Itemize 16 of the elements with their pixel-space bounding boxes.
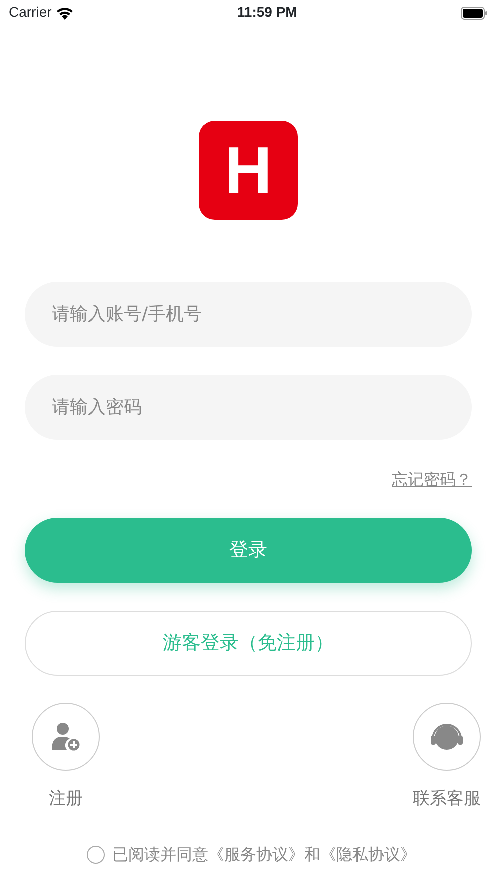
app-logo: H bbox=[199, 121, 298, 220]
agreement-checkbox[interactable] bbox=[86, 846, 104, 864]
shortcut-label: 注册 bbox=[49, 788, 83, 811]
password-field[interactable]: 请输入密码 bbox=[25, 375, 472, 440]
agreement-text: 已阅读并同意《服务协议》和《隐私协议》 bbox=[112, 844, 416, 866]
wifi-icon bbox=[56, 6, 74, 20]
headset-icon bbox=[429, 723, 465, 751]
battery-icon bbox=[461, 6, 488, 20]
forgot-password-link[interactable]: 忘记密码？ bbox=[392, 468, 472, 492]
shortcut-label: 联系客服 bbox=[413, 788, 481, 811]
add-user-icon bbox=[51, 722, 81, 752]
login-button[interactable]: 登录 bbox=[25, 518, 472, 583]
account-field[interactable]: 请输入账号/手机号 bbox=[25, 282, 472, 347]
carrier-label: Carrier bbox=[9, 3, 52, 22]
guest-login-button[interactable]: 游客登录（免注册） bbox=[25, 611, 472, 676]
clock: 11:59 PM bbox=[237, 3, 298, 22]
